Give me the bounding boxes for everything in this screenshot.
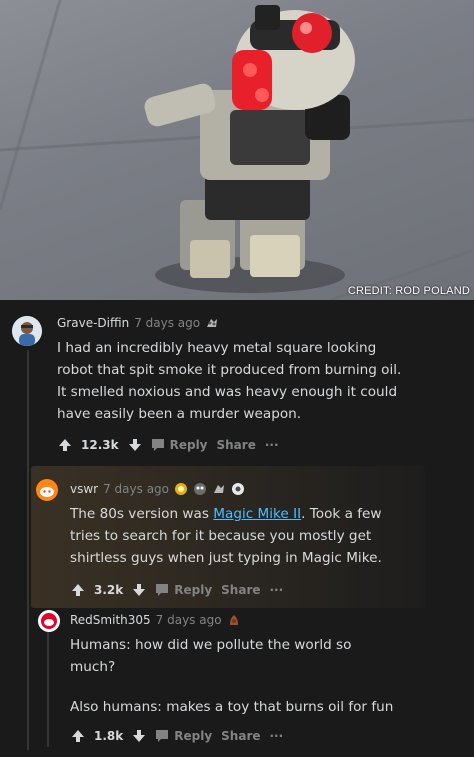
comment-body: I had an incredibly heavy metal square l… <box>57 337 402 425</box>
timestamp[interactable]: 7 days ago <box>156 613 222 627</box>
share-button[interactable]: Share <box>221 583 260 597</box>
award-icon[interactable] <box>205 316 219 330</box>
award-icon[interactable] <box>227 613 241 627</box>
reply-label: Reply <box>169 438 208 452</box>
reply-button[interactable]: Reply <box>155 583 212 597</box>
photo-credit: CREDIT: ROD POLAND <box>347 285 470 297</box>
username[interactable]: RedSmith305 <box>70 613 151 627</box>
username[interactable]: vswr <box>70 482 98 496</box>
comment-meta: RedSmith305 7 days ago <box>70 613 241 627</box>
comment-actions: 3.2k Reply Share ··· <box>71 583 283 597</box>
comment-text: Humans: how did we pollute the world so … <box>70 637 352 675</box>
comment-text: The 80s version was <box>70 506 214 522</box>
comment-meta: vswr 7 days ago <box>70 482 245 496</box>
robot-image <box>0 0 474 300</box>
more-options-button[interactable]: ··· <box>270 583 284 597</box>
award-icon[interactable] <box>212 482 226 496</box>
avatar[interactable] <box>36 479 58 501</box>
avatar[interactable] <box>12 316 42 346</box>
reply-button[interactable]: Reply <box>151 438 208 452</box>
username[interactable]: Grave-Diffin <box>57 316 129 330</box>
award-icon[interactable] <box>193 482 207 496</box>
score: 3.2k <box>94 583 124 597</box>
reply-button[interactable]: Reply <box>155 729 212 743</box>
comment-body: The 80s version was Magic Mike II. Took … <box>70 503 415 569</box>
award-icon[interactable] <box>231 482 245 496</box>
reply-label: Reply <box>174 729 213 743</box>
comment-actions: 12.3k Reply Share ··· <box>58 438 279 452</box>
share-button[interactable]: Share <box>221 729 260 743</box>
reply-icon <box>156 584 169 596</box>
timestamp[interactable]: 7 days ago <box>134 316 200 330</box>
comment-text: I had an incredibly heavy metal square l… <box>57 340 402 422</box>
score: 12.3k <box>81 438 119 452</box>
upvote-icon[interactable] <box>71 583 85 597</box>
thread-line <box>27 350 29 750</box>
comment-text: Also humans: makes a toy that burns oil … <box>70 699 394 715</box>
upvote-icon[interactable] <box>71 729 85 743</box>
score: 1.8k <box>94 729 124 743</box>
share-button[interactable]: Share <box>217 438 256 452</box>
timestamp[interactable]: 7 days ago <box>103 482 169 496</box>
comment-actions: 1.8k Reply Share ··· <box>71 729 283 743</box>
downvote-icon[interactable] <box>128 438 142 452</box>
upvote-icon[interactable] <box>58 438 72 452</box>
comment-link[interactable]: Magic Mike II <box>213 506 301 522</box>
avatar[interactable] <box>38 610 60 632</box>
reply-icon <box>156 730 169 742</box>
more-options-button[interactable]: ··· <box>270 729 284 743</box>
downvote-icon[interactable] <box>132 583 146 597</box>
reply-label: Reply <box>174 583 213 597</box>
robot-photo: CREDIT: ROD POLAND <box>0 0 474 300</box>
thread-line <box>47 632 49 747</box>
comment-meta: Grave-Diffin 7 days ago <box>57 316 219 330</box>
comment-body: Humans: how did we pollute the world so … <box>70 634 400 718</box>
reply-icon <box>151 439 164 451</box>
gold-award-icon[interactable] <box>174 482 188 496</box>
more-options-button[interactable]: ··· <box>265 438 279 452</box>
downvote-icon[interactable] <box>132 729 146 743</box>
